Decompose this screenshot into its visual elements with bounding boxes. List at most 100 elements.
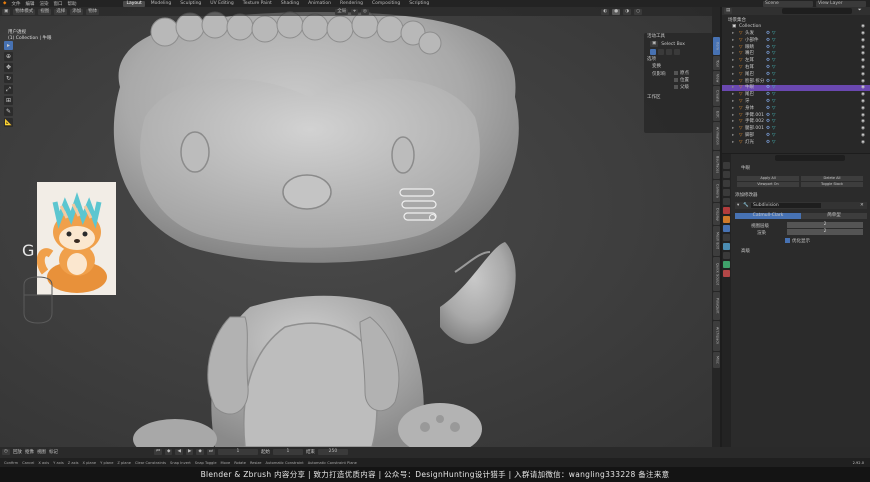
3d-viewport[interactable]: ▣ 物体模式 视图 选择 添加 物体 全局 ⌖ ◎ ◐ ● ◑ ○ 用户透视 (… — [0, 7, 712, 447]
sidebar-tab-view[interactable]: View — [712, 71, 720, 85]
visibility-eye-icon[interactable]: ◉ — [861, 85, 865, 91]
scale-icon[interactable]: ⤢ — [4, 85, 13, 94]
visibility-eye-icon[interactable]: ◉ — [861, 72, 865, 78]
outliner-item[interactable]: ▸ ▽ 右耳 ⚙ ▽ ◉ — [722, 65, 870, 71]
visibility-eye-icon[interactable]: ◉ — [861, 106, 865, 112]
sidebar-tab-misc[interactable]: Misc — [712, 352, 720, 368]
expand-arrow-icon[interactable]: ▸ — [732, 133, 734, 139]
expand-arrow-icon[interactable]: ▸ — [732, 31, 734, 37]
shading-material-icon[interactable]: ◑ — [623, 8, 632, 15]
expand-arrow-icon[interactable]: ▸ — [732, 113, 734, 119]
outliner-item[interactable]: ▸ ▽ 尾巴 ⚙ ▽ ◉ — [722, 92, 870, 98]
visibility-eye-icon[interactable]: ◉ — [861, 92, 865, 98]
mesh-data-icon[interactable]: ▽ — [772, 126, 775, 132]
outliner-filter-icon[interactable]: ▤ — [724, 8, 733, 14]
expand-arrow-icon[interactable]: ▸ — [732, 126, 734, 132]
outliner-item[interactable]: ▸ ▽ 尾巴 ⚙ ▽ ◉ — [722, 72, 870, 78]
select-box-icon[interactable]: ▸ — [4, 41, 13, 50]
select-box-tool-icon[interactable]: ▣ — [650, 41, 659, 47]
modifier-expand-icon[interactable]: ▾ — [737, 203, 739, 208]
sidebar-tab-mesh-edit[interactable]: Mesh Edit — [712, 226, 720, 256]
prev-keyframe-icon[interactable]: ◆ — [165, 449, 173, 455]
end-frame-field[interactable]: 250 — [317, 449, 348, 455]
expand-arrow-icon[interactable]: ▸ — [732, 51, 734, 57]
menu-window[interactable]: 窗口 — [52, 1, 63, 7]
outliner-search-input[interactable] — [782, 8, 852, 14]
outliner-item[interactable]: ▸ ▽ 腿部.001 ⚙ ▽ ◉ — [722, 126, 870, 132]
move-icon[interactable]: ✥ — [4, 63, 13, 72]
expand-arrow-icon[interactable]: ▸ — [732, 79, 734, 85]
expand-arrow-icon[interactable]: ▸ — [732, 72, 734, 78]
expand-arrow-icon[interactable]: ▸ — [732, 119, 734, 125]
mesh-data-icon[interactable]: ▽ — [772, 99, 775, 105]
current-frame-field[interactable]: 1 — [217, 449, 258, 455]
scene-selector[interactable]: Scene — [763, 0, 813, 7]
visibility-eye-icon[interactable]: ◉ — [861, 45, 865, 51]
expand-arrow-icon[interactable]: ▸ — [732, 140, 734, 146]
next-keyframe-icon[interactable]: ◆ — [196, 449, 204, 455]
modifier-name-input[interactable]: Subdivision — [751, 203, 821, 208]
modifier-wrench-icon[interactable]: ⚙ — [766, 119, 770, 125]
tab-texture-paint[interactable]: Texture Paint — [240, 1, 275, 7]
props-search-input[interactable] — [775, 155, 845, 161]
tab-rendering[interactable]: Rendering — [337, 1, 366, 7]
overlay-toggle-icon[interactable]: ◐ — [601, 8, 610, 15]
mesh-data-icon[interactable]: ▽ — [772, 119, 775, 125]
outliner-item[interactable]: ▸ ▽ 头发 ⚙ ▽ ◉ — [722, 31, 870, 37]
menu-help[interactable]: 帮助 — [66, 1, 77, 7]
outliner-item[interactable]: ▸ ▽ 手臂.002 ⚙ ▽ ◉ — [722, 119, 870, 125]
expand-arrow-icon[interactable]: ▸ — [732, 45, 734, 51]
catmull-clark-button[interactable]: Catmull-Clark — [735, 213, 801, 219]
mesh-data-icon[interactable]: ▽ — [772, 58, 775, 64]
levels-viewport-field[interactable]: 2 — [787, 222, 863, 228]
select-mode-invert-icon[interactable] — [674, 49, 680, 55]
modifier-wrench-icon[interactable]: ⚙ — [766, 126, 770, 132]
scene-props-icon[interactable] — [723, 198, 730, 205]
sidebar-tab-quick-sculpt[interactable]: Quick Sculpt — [712, 257, 720, 291]
outliner-item[interactable]: ▸ ▽ 左耳 ⚙ ▽ ◉ — [722, 58, 870, 64]
shading-solid-icon[interactable]: ● — [612, 8, 621, 15]
expand-arrow-icon[interactable]: ▸ — [732, 99, 734, 105]
outliner-item[interactable]: ▸ ▽ 嘴巴 ⚙ ▽ ◉ — [722, 51, 870, 57]
outliner-item[interactable]: ▸ ▽ 牙 ⚙ ▽ ◉ — [722, 99, 870, 105]
menu-render[interactable]: 渲染 — [38, 1, 49, 7]
tab-animation[interactable]: Animation — [305, 1, 334, 7]
menu-add[interactable]: 添加 — [70, 8, 84, 15]
simple-button[interactable]: 简单型 — [801, 213, 867, 219]
visibility-eye-icon[interactable]: ◉ — [861, 65, 865, 71]
advanced-section[interactable]: 高级 — [741, 248, 750, 254]
tab-scripting[interactable]: Scripting — [406, 1, 432, 7]
annotate-icon[interactable]: ✎ — [4, 107, 13, 116]
modifier-header[interactable]: ▾ 🔧 Subdivision ✕ — [735, 202, 867, 209]
outliner-item[interactable]: ▸ ▽ 脚部 ⚙ ▽ ◉ — [722, 133, 870, 139]
modifier-wrench-icon[interactable]: ⚙ — [766, 113, 770, 119]
outliner-item[interactable]: ▸ ▽ 脸部.拆分 ⚙ ▽ ◉ — [722, 79, 870, 85]
tab-sculpting[interactable]: Sculpting — [177, 1, 204, 7]
mesh-data-icon[interactable]: ▽ — [772, 133, 775, 139]
measure-icon[interactable]: 📐 — [4, 118, 13, 127]
expand-arrow-icon[interactable]: ▸ — [732, 92, 734, 98]
mesh-data-icon[interactable]: ▽ — [772, 79, 775, 85]
modifier-wrench-icon[interactable]: ⚙ — [766, 38, 770, 44]
play-reverse-icon[interactable]: ◀ — [175, 449, 183, 455]
mesh-data-icon[interactable]: ▽ — [772, 51, 775, 57]
expand-arrow-icon[interactable]: ▸ — [732, 85, 734, 91]
tab-modeling[interactable]: Modeling — [148, 1, 174, 7]
mesh-data-icon[interactable]: ▽ — [772, 85, 775, 91]
menu-timeline-view[interactable]: 视图 — [37, 449, 46, 455]
render-props-icon[interactable] — [723, 171, 730, 178]
apply-all-button[interactable]: Apply All — [737, 176, 799, 181]
menu-object[interactable]: 物体 — [86, 8, 100, 15]
mesh-data-icon[interactable]: ▽ — [772, 140, 775, 146]
mesh-data-icon[interactable]: ▽ — [772, 65, 775, 71]
visibility-eye-icon[interactable]: ◉ — [861, 140, 865, 146]
visibility-eye-icon[interactable]: ◉ — [861, 51, 865, 57]
timeline-editor-icon[interactable]: ◷ — [2, 449, 10, 455]
sidebar-tab-camera[interactable]: Camera — [712, 180, 720, 202]
outliner-item[interactable]: ▸ ▽ 眼睛 ⚙ ▽ ◉ — [722, 45, 870, 51]
sidebar-tab-tool[interactable]: Tool — [712, 56, 720, 70]
menu-select[interactable]: 选择 — [54, 8, 68, 15]
sidebar-tab-display[interactable]: Display — [712, 203, 720, 225]
mode-selector[interactable]: 物体模式 — [13, 8, 36, 15]
modifier-wrench-icon[interactable]: ⚙ — [766, 85, 770, 91]
